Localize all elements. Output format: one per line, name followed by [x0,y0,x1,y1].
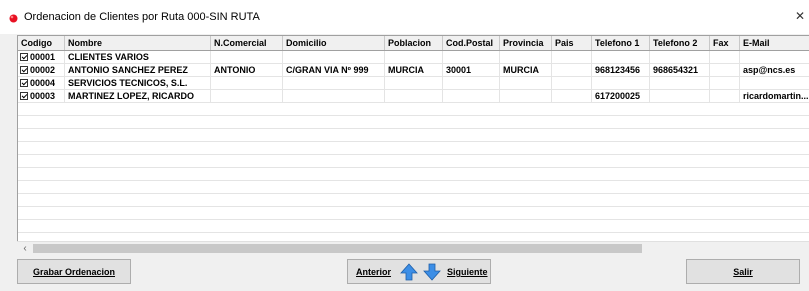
col-header-provincia[interactable]: Provincia [500,36,552,50]
arrow-down-icon[interactable] [423,263,441,281]
cell-pais[interactable] [552,64,592,76]
next-button[interactable]: Siguiente [447,260,488,285]
table-row[interactable]: 00001 CLIENTES VARIOS [18,51,809,64]
cell-fax[interactable] [710,90,740,102]
cell-codigo[interactable]: 00004 [18,77,65,89]
cell-nombre[interactable]: ANTONIO SANCHEZ PEREZ [65,64,211,76]
cell-email[interactable] [740,51,809,63]
cell-ncomercial[interactable] [211,90,283,102]
cell-codigo[interactable]: 00003 [18,90,65,102]
row-checkbox[interactable] [20,79,28,87]
cell-poblacion[interactable] [385,51,443,63]
cell-codpostal[interactable]: 30001 [443,64,500,76]
cell-telefono1[interactable] [592,77,650,89]
empty-row [18,142,809,155]
cell-poblacion[interactable]: MURCIA [385,64,443,76]
grid-rows: 00001 CLIENTES VARIOS 00002 ANTONIO SANC… [18,51,809,255]
cell-ncomercial[interactable]: ANTONIO [211,64,283,76]
cell-fax[interactable] [710,64,740,76]
cell-telefono1[interactable]: 617200025 [592,90,650,102]
cell-email[interactable]: ricardomartin... [740,90,809,102]
cell-fax[interactable] [710,77,740,89]
col-header-fax[interactable]: Fax [710,36,740,50]
col-header-domicilio[interactable]: Domicilio [283,36,385,50]
cell-telefono2[interactable] [650,51,710,63]
app-icon [9,14,18,23]
cell-telefono1[interactable] [592,51,650,63]
cell-provincia[interactable] [500,77,552,89]
table-row[interactable]: 00003 MARTINEZ LOPEZ, RICARDO 617200025 … [18,90,809,103]
cell-pais[interactable] [552,90,592,102]
empty-row [18,220,809,233]
cell-pais[interactable] [552,51,592,63]
col-header-nombre[interactable]: Nombre [65,36,211,50]
col-header-ncomercial[interactable]: N.Comercial [211,36,283,50]
cell-provincia[interactable]: MURCIA [500,64,552,76]
cell-email[interactable] [740,77,809,89]
cell-email[interactable]: asp@ncs.es [740,64,809,76]
cell-codigo[interactable]: 00001 [18,51,65,63]
cell-pais[interactable] [552,77,592,89]
cell-ncomercial[interactable] [211,51,283,63]
col-header-telefono2[interactable]: Telefono 2 [650,36,710,50]
cell-nombre[interactable]: SERVICIOS TECNICOS, S.L. [65,77,211,89]
cell-poblacion[interactable] [385,77,443,89]
cell-domicilio[interactable] [283,51,385,63]
cell-nombre[interactable]: MARTINEZ LOPEZ, RICARDO [65,90,211,102]
title-bar: Ordenacion de Clientes por Ruta 000-SIN … [0,0,809,34]
horizontal-scrollbar[interactable]: ‹ [17,241,809,255]
window-title: Ordenacion de Clientes por Ruta 000-SIN … [24,11,260,23]
cell-ncomercial[interactable] [211,77,283,89]
empty-row [18,155,809,168]
cell-domicilio[interactable] [283,77,385,89]
col-header-codpostal[interactable]: Cod.Postal [443,36,500,50]
cell-codpostal[interactable] [443,77,500,89]
scroll-thumb[interactable] [33,244,642,253]
col-header-pais[interactable]: Pais [552,36,592,50]
empty-row [18,116,809,129]
close-button[interactable]: ✕ [791,6,809,26]
cell-telefono2[interactable] [650,77,710,89]
cell-codigo[interactable]: 00002 [18,64,65,76]
window: Ordenacion de Clientes por Ruta 000-SIN … [0,0,809,291]
cell-codpostal[interactable] [443,51,500,63]
empty-row [18,207,809,220]
table-row[interactable]: 00004 SERVICIOS TECNICOS, S.L. [18,77,809,90]
cell-telefono1[interactable]: 968123456 [592,64,650,76]
table-row[interactable]: 00002 ANTONIO SANCHEZ PEREZ ANTONIO C/GR… [18,64,809,77]
scroll-left-button[interactable]: ‹ [19,242,31,255]
empty-row [18,194,809,207]
cell-fax[interactable] [710,51,740,63]
empty-row [18,168,809,181]
cell-provincia[interactable] [500,51,552,63]
cell-codpostal[interactable] [443,90,500,102]
arrow-up-icon[interactable] [400,263,418,281]
cell-nombre[interactable]: CLIENTES VARIOS [65,51,211,63]
col-header-email[interactable]: E-Mail [740,36,809,50]
cell-telefono2[interactable] [650,90,710,102]
cell-poblacion[interactable] [385,90,443,102]
exit-button[interactable]: Salir [686,259,800,284]
save-order-button[interactable]: Grabar Ordenacion [17,259,131,284]
cell-provincia[interactable] [500,90,552,102]
cell-domicilio[interactable]: C/GRAN VIA Nº 999 [283,64,385,76]
row-checkbox[interactable] [20,53,28,61]
empty-row [18,129,809,142]
cell-domicilio[interactable] [283,90,385,102]
grid-header: Codigo Nombre N.Comercial Domicilio Pobl… [18,36,809,51]
row-checkbox[interactable] [20,92,28,100]
row-checkbox[interactable] [20,66,28,74]
col-header-telefono1[interactable]: Telefono 1 [592,36,650,50]
col-header-poblacion[interactable]: Poblacion [385,36,443,50]
navigation-buttons: Anterior Siguiente [347,259,491,284]
previous-button[interactable]: Anterior [356,260,391,285]
empty-row [18,181,809,194]
clients-grid[interactable]: Codigo Nombre N.Comercial Domicilio Pobl… [17,35,809,255]
empty-row [18,103,809,116]
col-header-codigo[interactable]: Codigo [18,36,65,50]
cell-telefono2[interactable]: 968654321 [650,64,710,76]
